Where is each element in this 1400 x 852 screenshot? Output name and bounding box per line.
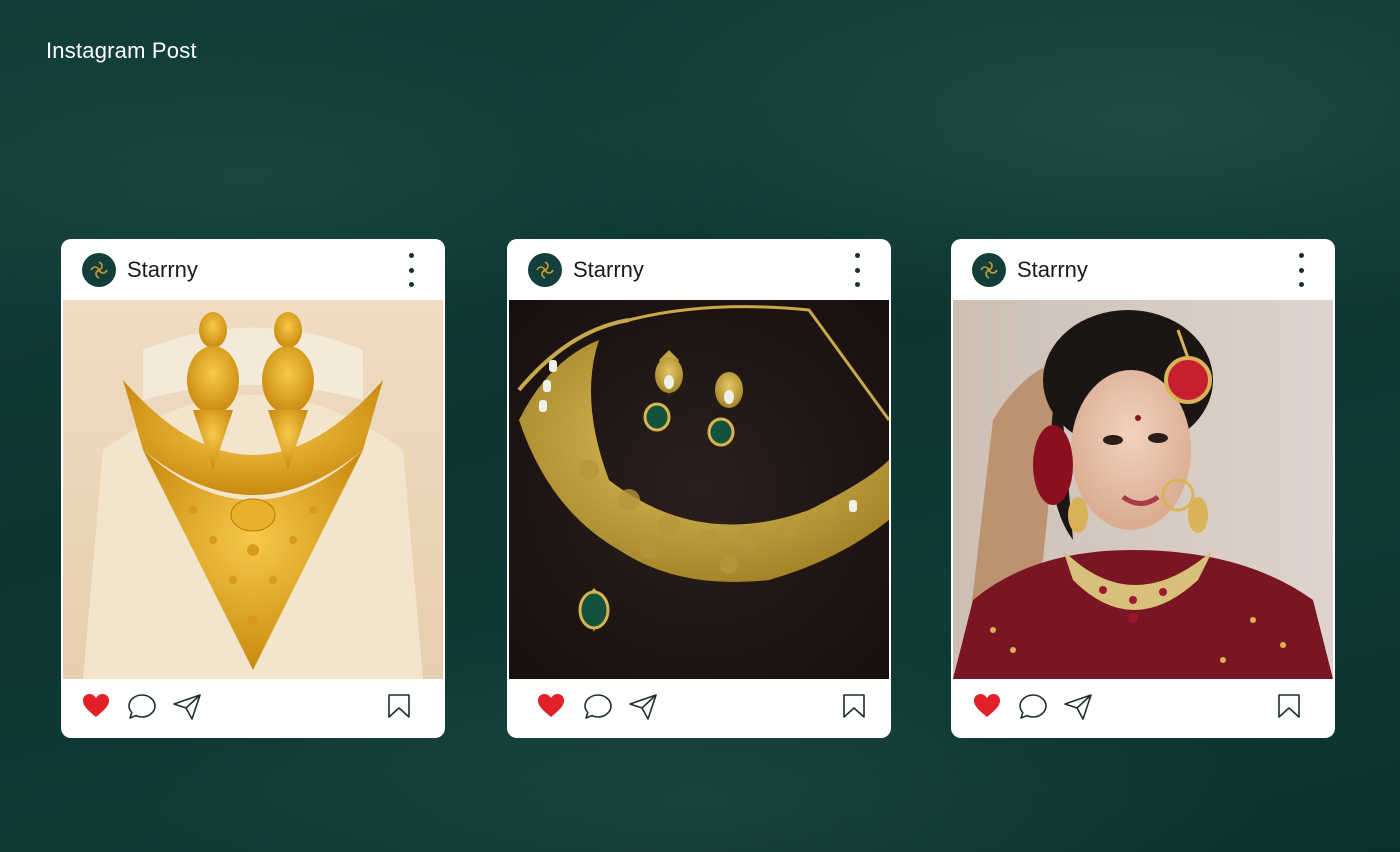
send-icon[interactable] [628,693,658,721]
post-header: Starrny [61,239,445,300]
post-actions [507,679,891,738]
comment-icon[interactable] [583,693,613,721]
bookmark-icon[interactable] [387,693,411,719]
send-icon[interactable] [1063,693,1093,721]
username[interactable]: Starrny [127,257,198,283]
avatar[interactable] [528,253,562,287]
page-title: Instagram Post [46,38,197,63]
instagram-post-card: Starrny [951,239,1335,738]
heart-icon[interactable] [973,693,1001,719]
post-actions [61,679,445,738]
avatar[interactable] [972,253,1006,287]
bookmark-icon[interactable] [1277,693,1301,719]
instagram-post-card: Starrny [61,239,445,738]
post-image[interactable] [509,300,889,679]
more-vertical-icon[interactable] [407,253,415,287]
heart-icon[interactable] [537,693,565,719]
more-vertical-icon[interactable] [1297,253,1305,287]
send-icon[interactable] [172,693,202,721]
comment-icon[interactable] [1018,693,1048,721]
starrny-logo-icon [536,261,554,279]
bookmark-icon[interactable] [842,693,866,719]
instagram-post-card: Starrny [507,239,891,738]
post-image[interactable] [63,300,443,679]
avatar[interactable] [82,253,116,287]
username[interactable]: Starrny [573,257,644,283]
heart-icon[interactable] [82,693,110,719]
more-vertical-icon[interactable] [853,253,861,287]
post-header: Starrny [951,239,1335,300]
post-actions [951,679,1335,738]
comment-icon[interactable] [127,693,157,721]
post-header: Starrny [507,239,891,300]
starrny-logo-icon [90,261,108,279]
starrny-logo-icon [980,261,998,279]
post-image[interactable] [953,300,1333,679]
username[interactable]: Starrny [1017,257,1088,283]
